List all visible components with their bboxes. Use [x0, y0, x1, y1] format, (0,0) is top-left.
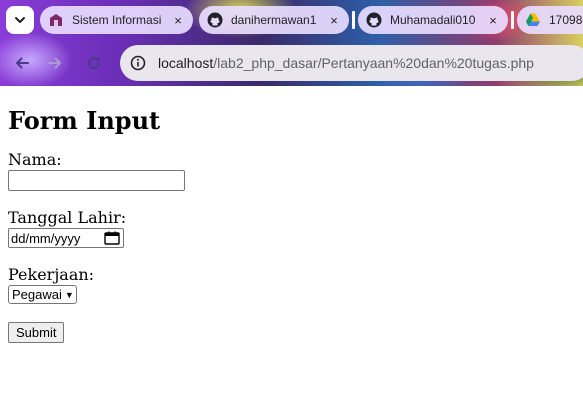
tab-sistem-informasi[interactable]: Sistem Informasi × [40, 6, 193, 34]
nama-field: Nama: [8, 151, 575, 191]
close-tab-icon[interactable]: × [171, 13, 185, 28]
close-tab-icon[interactable]: × [486, 13, 500, 28]
forward-arrow-icon [48, 57, 61, 69]
nama-input[interactable] [8, 170, 185, 191]
url-text: localhost/lab2_php_dasar/Pertanyaan%20da… [158, 55, 534, 71]
url-path: /lab2_php_dasar/Pertanyaan%20dan%20tugas… [213, 55, 534, 71]
tab-title: Sistem Informasi [72, 13, 162, 27]
page-title: Form Input [8, 106, 161, 135]
tab-title: 170980 [549, 13, 583, 27]
tab-title: danihermawan1 [231, 13, 317, 27]
tab-strip: Sistem Informasi × danihermawan1 × Muham [0, 0, 583, 40]
back-arrow-icon [16, 57, 29, 69]
github-icon [366, 12, 382, 28]
github-icon [207, 12, 223, 28]
pekerjaan-select[interactable]: Pegawai ▼ [8, 285, 77, 304]
tanggal-lahir-label: Tanggal Lahir: [8, 208, 127, 227]
url-host: localhost [158, 55, 214, 71]
date-placeholder: dd/mm/yyyy [11, 230, 81, 246]
back-button[interactable] [9, 50, 35, 76]
pekerjaan-selected-value: Pegawai [12, 287, 62, 302]
forward-button[interactable] [42, 50, 68, 76]
reload-icon [88, 57, 101, 70]
nama-label: Nama: [8, 150, 62, 169]
reload-button[interactable] [81, 50, 107, 76]
drive-icon [525, 12, 541, 28]
tab-title: Muhamadali010 [390, 13, 476, 27]
address-bar[interactable]: localhost/lab2_php_dasar/Pertanyaan%20da… [120, 45, 583, 81]
school-logo-icon [48, 12, 64, 28]
chevron-down-icon: ▼ [64, 289, 74, 300]
tab-separator [352, 11, 355, 29]
tab-170980[interactable]: 170980 [517, 6, 583, 34]
pekerjaan-label: Pekerjaan: [8, 265, 95, 284]
tab-search-button[interactable] [6, 6, 34, 34]
submit-button[interactable]: Submit [8, 322, 65, 343]
calendar-icon[interactable] [104, 231, 120, 245]
site-info-icon[interactable] [125, 50, 151, 76]
chevron-down-icon [15, 17, 25, 23]
browser-chrome: Sistem Informasi × danihermawan1 × Muham [0, 0, 583, 86]
tab-muhamadali010[interactable]: Muhamadali010 × [358, 6, 508, 34]
tab-separator [511, 11, 514, 29]
close-tab-icon[interactable]: × [327, 13, 341, 28]
tanggal-lahir-field: Tanggal Lahir: dd/mm/yyyy [8, 209, 575, 248]
tab-danihermawan1[interactable]: danihermawan1 × [199, 6, 349, 34]
page-content: Form Input Nama: Tanggal Lahir: dd/mm/yy… [8, 86, 575, 343]
tanggal-lahir-input[interactable]: dd/mm/yyyy [8, 228, 124, 248]
pekerjaan-field: Pekerjaan: Pegawai ▼ [8, 266, 575, 304]
